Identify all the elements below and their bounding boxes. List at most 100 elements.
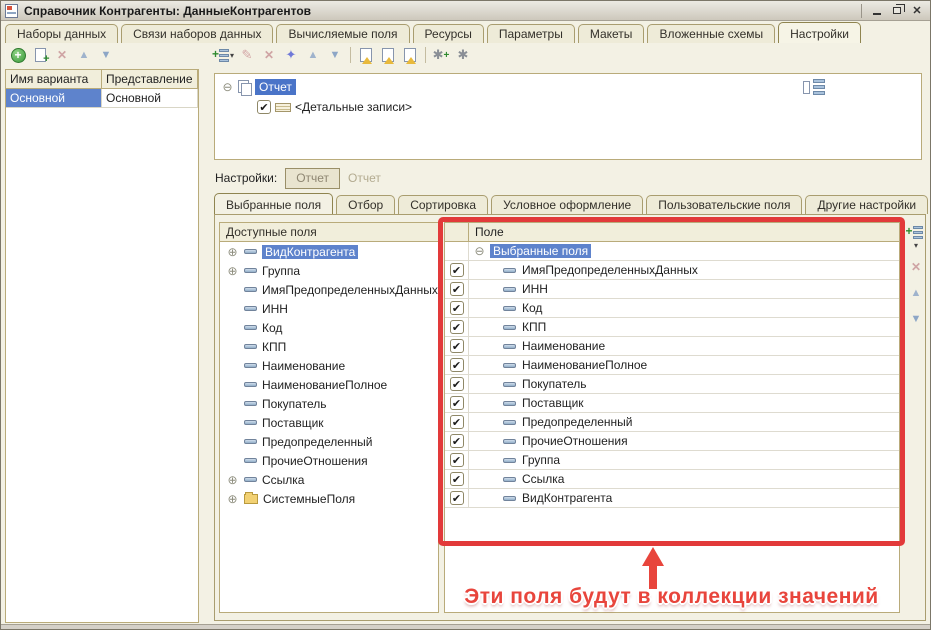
checkbox-checked[interactable]: ✔ bbox=[450, 415, 464, 429]
checkbox-checked[interactable]: ✔ bbox=[450, 339, 464, 353]
available-field-row[interactable]: ⊕ИмяПредопределенныхДанных bbox=[220, 280, 438, 299]
main-tab-4[interactable]: Параметры bbox=[487, 24, 575, 43]
checkbox-checked[interactable]: ✔ bbox=[450, 453, 464, 467]
available-field-row[interactable]: ⊕Ссылка bbox=[220, 470, 438, 489]
checkbox-checked[interactable]: ✔ bbox=[450, 434, 464, 448]
minimize-button[interactable] bbox=[868, 3, 886, 18]
tree-node-detail-records[interactable]: ✔ <Детальные записи> bbox=[257, 100, 412, 114]
settings-tab-4[interactable]: Пользовательские поля bbox=[646, 195, 802, 214]
available-field-row[interactable]: ⊕Группа bbox=[220, 261, 438, 280]
expand-icon[interactable]: ⊕ bbox=[226, 245, 239, 259]
dropdown-caret-icon[interactable]: ▾ bbox=[914, 241, 918, 250]
checkbox-checked[interactable]: ✔ bbox=[450, 301, 464, 315]
main-tab-5[interactable]: Макеты bbox=[578, 24, 645, 43]
move-field-up-button[interactable]: ▲ bbox=[906, 284, 926, 302]
main-tab-1[interactable]: Связи наборов данных bbox=[121, 24, 273, 43]
available-field-row[interactable]: ⊕Покупатель bbox=[220, 394, 438, 413]
browse-settings-button[interactable]: ✱ bbox=[454, 46, 472, 64]
checkbox-checked[interactable]: ✔ bbox=[450, 472, 464, 486]
move-variant-down-button[interactable]: ▼ bbox=[97, 46, 115, 64]
add-structure-item-button[interactable]: + ▾ bbox=[216, 46, 234, 64]
checkbox-checked[interactable]: ✔ bbox=[450, 263, 464, 277]
move-structure-up-button[interactable]: ▲ bbox=[304, 46, 322, 64]
collapse-icon[interactable]: ⊖ bbox=[473, 244, 486, 258]
selected-field-row[interactable]: ✔НаименованиеПолное bbox=[445, 356, 899, 375]
selected-field-row[interactable]: ✔ИмяПредопределенныхДанных bbox=[445, 261, 899, 280]
available-field-row[interactable]: ⊕НаименованиеПолное bbox=[220, 375, 438, 394]
group-label[interactable]: Выбранные поля bbox=[490, 244, 591, 258]
available-field-row[interactable]: ⊕ВидКонтрагента bbox=[220, 242, 438, 261]
selected-fields-group-row[interactable]: ⊖ Выбранные поля bbox=[445, 242, 899, 261]
save-settings-button[interactable] bbox=[379, 46, 397, 64]
main-tab-2[interactable]: Вычисляемые поля bbox=[276, 24, 409, 43]
save-settings-as-button[interactable] bbox=[401, 46, 419, 64]
settings-tab-1[interactable]: Отбор bbox=[336, 195, 395, 214]
expand-icon[interactable]: ⊕ bbox=[226, 492, 239, 506]
selected-field-row[interactable]: ✔Предопределенный bbox=[445, 413, 899, 432]
tree-node-label[interactable]: <Детальные записи> bbox=[295, 100, 412, 114]
settings-tab-0[interactable]: Выбранные поля bbox=[214, 193, 333, 214]
available-field-row[interactable]: ⊕Предопределенный bbox=[220, 432, 438, 451]
available-field-row[interactable]: ⊕ИНН bbox=[220, 299, 438, 318]
available-field-row[interactable]: ⊕Код bbox=[220, 318, 438, 337]
checkbox-checked[interactable]: ✔ bbox=[450, 396, 464, 410]
expand-icon[interactable]: ⊕ bbox=[226, 473, 239, 487]
available-field-row[interactable]: ⊕КПП bbox=[220, 337, 438, 356]
checkbox-checked[interactable]: ✔ bbox=[257, 100, 271, 114]
delete-structure-item-button[interactable]: ✕ bbox=[260, 46, 278, 64]
selected-field-row[interactable]: ✔ВидКонтрагента bbox=[445, 489, 899, 508]
add-variant-button[interactable]: + bbox=[9, 46, 27, 64]
selected-field-row[interactable]: ✔ ИНН bbox=[445, 280, 899, 299]
checkbox-checked[interactable]: ✔ bbox=[450, 282, 464, 296]
field-label: Покупатель bbox=[522, 377, 586, 391]
settings-tab-5[interactable]: Другие настройки bbox=[805, 195, 928, 214]
save-settings-icon bbox=[382, 48, 394, 62]
variant-name-cell[interactable]: Основной bbox=[6, 89, 102, 107]
delete-field-button[interactable]: ✕ bbox=[906, 258, 926, 276]
table-row[interactable]: Основной Основной bbox=[6, 89, 198, 108]
expand-icon[interactable]: ⊕ bbox=[226, 264, 239, 278]
close-button[interactable]: ✕ bbox=[908, 3, 926, 18]
column-header-presentation[interactable]: Представление bbox=[102, 70, 198, 88]
tree-node-label[interactable]: Отчет bbox=[255, 79, 296, 95]
available-field-row[interactable]: ⊕СистемныеПоля bbox=[220, 489, 438, 508]
add-field-button[interactable]: + bbox=[906, 223, 926, 241]
settings-tab-3[interactable]: Условное оформление bbox=[491, 195, 643, 214]
tree-node-report[interactable]: ⊖ Отчет bbox=[221, 79, 296, 95]
checkbox-checked[interactable]: ✔ bbox=[450, 377, 464, 391]
checkbox-checked[interactable]: ✔ bbox=[450, 491, 464, 505]
available-field-row[interactable]: ⊕ПрочиеОтношения bbox=[220, 451, 438, 470]
available-field-row[interactable]: ⊕Поставщик bbox=[220, 413, 438, 432]
selected-field-row[interactable]: ✔ПрочиеОтношения bbox=[445, 432, 899, 451]
main-tab-7[interactable]: Настройки bbox=[778, 22, 861, 43]
main-tab-3[interactable]: Ресурсы bbox=[413, 24, 484, 43]
main-tab-0[interactable]: Наборы данных bbox=[5, 24, 118, 43]
checkbox-checked[interactable]: ✔ bbox=[450, 320, 464, 334]
checkbox-checked[interactable]: ✔ bbox=[450, 358, 464, 372]
selected-field-row[interactable]: ✔Наименование bbox=[445, 337, 899, 356]
variant-presentation-cell[interactable]: Основной bbox=[102, 89, 198, 107]
copy-variant-button[interactable]: + bbox=[31, 46, 49, 64]
delete-variant-button[interactable]: ✕ bbox=[53, 46, 71, 64]
settings-wizard-button[interactable]: ✦ bbox=[282, 46, 300, 64]
move-structure-down-button[interactable]: ▼ bbox=[326, 46, 344, 64]
selected-field-row[interactable]: ✔Группа bbox=[445, 451, 899, 470]
column-header-variant-name[interactable]: Имя варианта bbox=[6, 70, 102, 88]
main-tab-6[interactable]: Вложенные схемы bbox=[647, 24, 775, 43]
collapse-icon[interactable]: ⊖ bbox=[221, 80, 234, 94]
available-field-row[interactable]: ⊕Наименование bbox=[220, 356, 438, 375]
settings-scope-button[interactable]: Отчет bbox=[285, 168, 340, 189]
selected-field-row[interactable]: ✔Поставщик bbox=[445, 394, 899, 413]
load-settings-button[interactable] bbox=[357, 46, 375, 64]
move-variant-up-button[interactable]: ▲ bbox=[75, 46, 93, 64]
edit-structure-item-button[interactable]: ✎ bbox=[238, 46, 256, 64]
field-label: ИНН bbox=[522, 282, 548, 296]
selected-field-row[interactable]: ✔КПП bbox=[445, 318, 899, 337]
settings-tab-2[interactable]: Сортировка bbox=[398, 195, 488, 214]
new-settings-button[interactable]: ✱+ bbox=[432, 46, 450, 64]
selected-field-row[interactable]: ✔ Покупатель bbox=[445, 375, 899, 394]
move-field-down-button[interactable]: ▼ bbox=[906, 310, 926, 328]
selected-field-row[interactable]: ✔Код bbox=[445, 299, 899, 318]
selected-field-row[interactable]: ✔Ссылка bbox=[445, 470, 899, 489]
restore-button[interactable] bbox=[888, 3, 906, 18]
